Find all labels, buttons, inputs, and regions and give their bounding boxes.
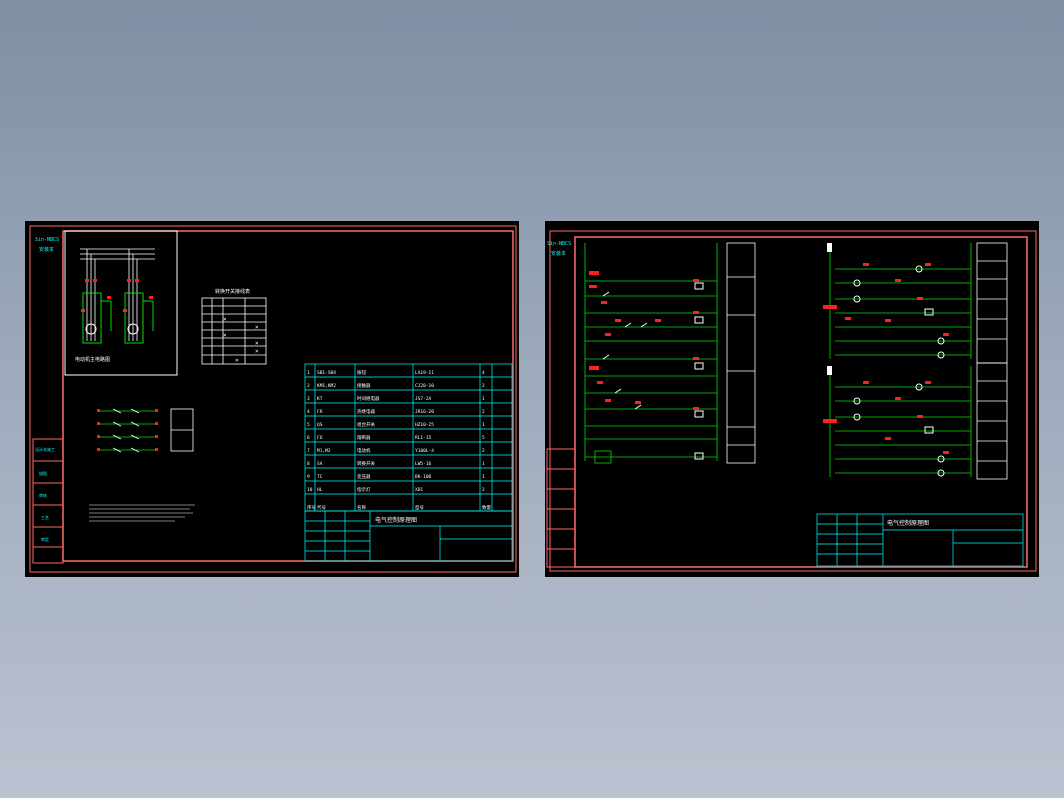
side-label-strip bbox=[32, 438, 64, 564]
bom-cell: 9 bbox=[307, 474, 310, 480]
control-circuit-right-lower bbox=[823, 362, 1008, 480]
svg-text:×: × bbox=[223, 332, 227, 339]
side-label-strip bbox=[546, 448, 576, 568]
bom-cell: Y100L-4 bbox=[415, 448, 434, 454]
contact-schematic bbox=[97, 408, 194, 453]
bom-header-cell: 序号 bbox=[307, 504, 316, 511]
bill-of-materials bbox=[304, 363, 513, 512]
bom-cell: 2 bbox=[482, 448, 485, 454]
bom-header-cell: 名称 bbox=[357, 504, 366, 511]
side-top-label-2: 安装本 bbox=[39, 246, 54, 253]
bom-cell: 电动机 bbox=[357, 447, 371, 454]
side-label-5: 审定 bbox=[41, 536, 49, 542]
bom-cell: KM1,KM2 bbox=[317, 383, 336, 389]
bom-cell: 1 bbox=[482, 461, 485, 467]
left-sheet-drawing: Sin-NBCS 安装本 设计本施工 描图 审核 工艺 审定 电动机主电路图 转… bbox=[29, 225, 517, 573]
side-top-label-1: Sin-NBCS bbox=[35, 237, 59, 243]
bom-cell: KT bbox=[317, 396, 323, 402]
bom-cell: 1 bbox=[307, 370, 310, 376]
bom-rows: 1 SB1-SB4 按钮 LA19-11 4 2 KM1,KM2 接触器 CJ20-10 2 3 KT… bbox=[305, 369, 512, 511]
bom-cell: 1 bbox=[482, 474, 485, 480]
inner-frame bbox=[574, 236, 1028, 568]
bom-cell: 5 bbox=[482, 435, 485, 441]
bom-cell: M1,M2 bbox=[317, 448, 331, 454]
bom-cell: BK-100 bbox=[415, 474, 432, 480]
bom-cell: JR16-20 bbox=[415, 409, 434, 415]
bom-cell: 按钮 bbox=[357, 369, 366, 376]
bom-cell: 5 bbox=[307, 422, 310, 428]
bom-cell: 4 bbox=[307, 409, 310, 415]
bom-cell: 2 bbox=[482, 383, 485, 389]
bom-cell: FU bbox=[317, 435, 323, 441]
bom-cell: SB1-SB4 bbox=[317, 370, 336, 376]
bom-cell: 4 bbox=[482, 370, 485, 376]
motor-caption: 电动机主电路图 bbox=[75, 356, 110, 363]
bom-cell: TC bbox=[317, 474, 323, 480]
notes-block bbox=[89, 504, 195, 522]
switch-table-marks: ××× ××× bbox=[223, 316, 259, 364]
bom-cell: 7 bbox=[307, 448, 310, 454]
drawing-sheet-right: Sin-NBCS 安装本 电气控制原理图 bbox=[545, 221, 1039, 577]
bom-cell: JS7-2A bbox=[415, 396, 432, 402]
side-label-1: 设计本施工 bbox=[35, 446, 55, 452]
control-circuit-right-upper bbox=[823, 242, 1008, 364]
svg-text:×: × bbox=[223, 316, 227, 323]
bom-cell: 1 bbox=[482, 396, 485, 402]
bom-cell: 组合开关 bbox=[357, 421, 375, 428]
bom-cell: 转换开关 bbox=[357, 460, 375, 467]
bom-cell: RL1-15 bbox=[415, 435, 432, 441]
svg-text:×: × bbox=[255, 348, 259, 355]
svg-text:×: × bbox=[255, 324, 259, 331]
side-label-2: 描图 bbox=[39, 470, 47, 476]
left-title-text: 电气控制原理图 bbox=[375, 516, 417, 524]
bom-cell: 变压器 bbox=[357, 473, 371, 480]
bom-cell: 指示灯 bbox=[357, 486, 371, 493]
bom-header-cell: 数量 bbox=[482, 504, 491, 511]
bom-cell: 2 bbox=[482, 487, 485, 493]
bom-cell: XD1 bbox=[415, 487, 423, 493]
right-title-text: 电气控制原理图 bbox=[887, 519, 929, 527]
bom-cell: HZ10-25 bbox=[415, 422, 434, 428]
bom-cell: FR bbox=[317, 409, 323, 415]
side-top-label-1: Sin-NBCS bbox=[547, 241, 571, 247]
control-circuit-left bbox=[584, 242, 756, 464]
bom-cell: 2 bbox=[482, 409, 485, 415]
bom-cell: 接触器 bbox=[357, 382, 371, 389]
bom-cell: 3 bbox=[307, 396, 310, 402]
bom-cell: 2 bbox=[307, 383, 310, 389]
drawing-sheet-left: Sin-NBCS 安装本 设计本施工 描图 审核 工艺 审定 电动机主电路图 转… bbox=[25, 221, 519, 577]
svg-text:×: × bbox=[255, 340, 259, 347]
bom-cell: 6 bbox=[307, 435, 310, 441]
svg-text:×: × bbox=[235, 357, 239, 364]
bom-cell: LW5-16 bbox=[415, 461, 432, 467]
switch-table-title: 转换开关接线表 bbox=[215, 288, 250, 295]
bom-cell: SA bbox=[317, 461, 323, 467]
bom-cell: LA19-11 bbox=[415, 370, 434, 376]
bom-cell: 8 bbox=[307, 461, 310, 467]
bom-cell: 熔断器 bbox=[357, 434, 371, 441]
side-label-4: 工艺 bbox=[41, 515, 49, 520]
bom-header-cell: 代号 bbox=[317, 504, 326, 511]
right-sheet-drawing: Sin-NBCS 安装本 电气控制原理图 bbox=[546, 230, 1037, 572]
side-label-3: 审核 bbox=[39, 492, 47, 498]
bom-cell: 1 bbox=[482, 422, 485, 428]
bom-header-cell: 型号 bbox=[415, 504, 424, 511]
bom-cell: HL bbox=[317, 487, 323, 493]
side-top-label-2: 安装本 bbox=[551, 250, 566, 257]
bom-cell: 热继电器 bbox=[357, 408, 375, 415]
bom-cell: 时间继电器 bbox=[357, 395, 380, 402]
bom-cell: CJ20-10 bbox=[415, 383, 434, 389]
bom-cell: 10 bbox=[307, 487, 313, 493]
motor-main-circuit: 电动机主电路图 bbox=[64, 230, 178, 376]
bom-cell: QS bbox=[317, 422, 323, 428]
